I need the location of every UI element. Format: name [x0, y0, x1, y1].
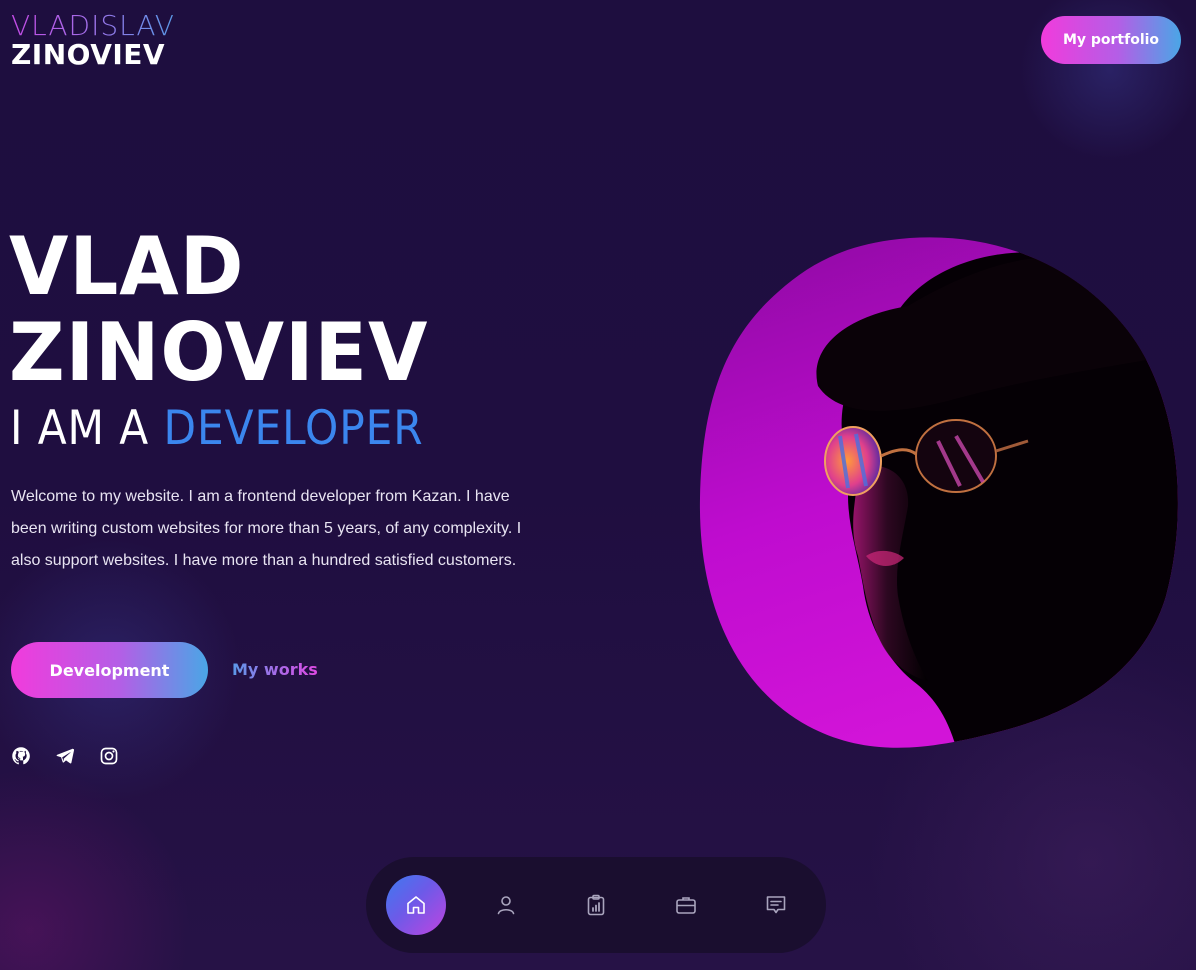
nav-about[interactable] — [476, 875, 536, 935]
user-icon — [497, 896, 515, 915]
instagram-icon — [100, 747, 118, 765]
home-icon — [407, 896, 425, 914]
my-works-link[interactable]: My works — [232, 658, 318, 682]
role-prefix: I AM A — [10, 401, 150, 456]
portrait-image — [698, 236, 1182, 754]
telegram-link[interactable] — [54, 745, 76, 767]
hero-role: I AM A DEVELOPER — [10, 400, 424, 458]
telegram-icon — [56, 748, 75, 764]
briefcase-icon — [676, 897, 696, 914]
hero-name: VLAD ZINOVIEV — [9, 224, 428, 396]
hero-name-line2: ZINOVIEV — [9, 306, 429, 399]
clipboard-chart-icon — [587, 894, 605, 916]
site-logo[interactable]: VLADISLAV ZINOVIEV — [11, 12, 175, 69]
hero-description: Welcome to my website. I am a frontend d… — [11, 488, 522, 569]
bottom-navigation — [366, 857, 826, 953]
nav-skills[interactable] — [566, 875, 626, 935]
logo-first-name: VLADISLAV — [11, 9, 175, 42]
nav-home[interactable] — [386, 875, 446, 935]
instagram-link[interactable] — [98, 745, 120, 767]
github-link[interactable] — [10, 745, 32, 767]
nav-portfolio[interactable] — [656, 875, 716, 935]
portfolio-button[interactable]: My portfolio — [1041, 16, 1181, 64]
logo-last-name: ZINOVIEV — [11, 38, 166, 71]
role-highlight: DEVELOPER — [163, 401, 424, 456]
message-icon — [766, 896, 786, 914]
development-button[interactable]: Development — [11, 642, 208, 698]
hero-name-line1: VLAD — [9, 220, 245, 313]
github-icon — [12, 747, 30, 765]
nav-contact[interactable] — [746, 875, 806, 935]
